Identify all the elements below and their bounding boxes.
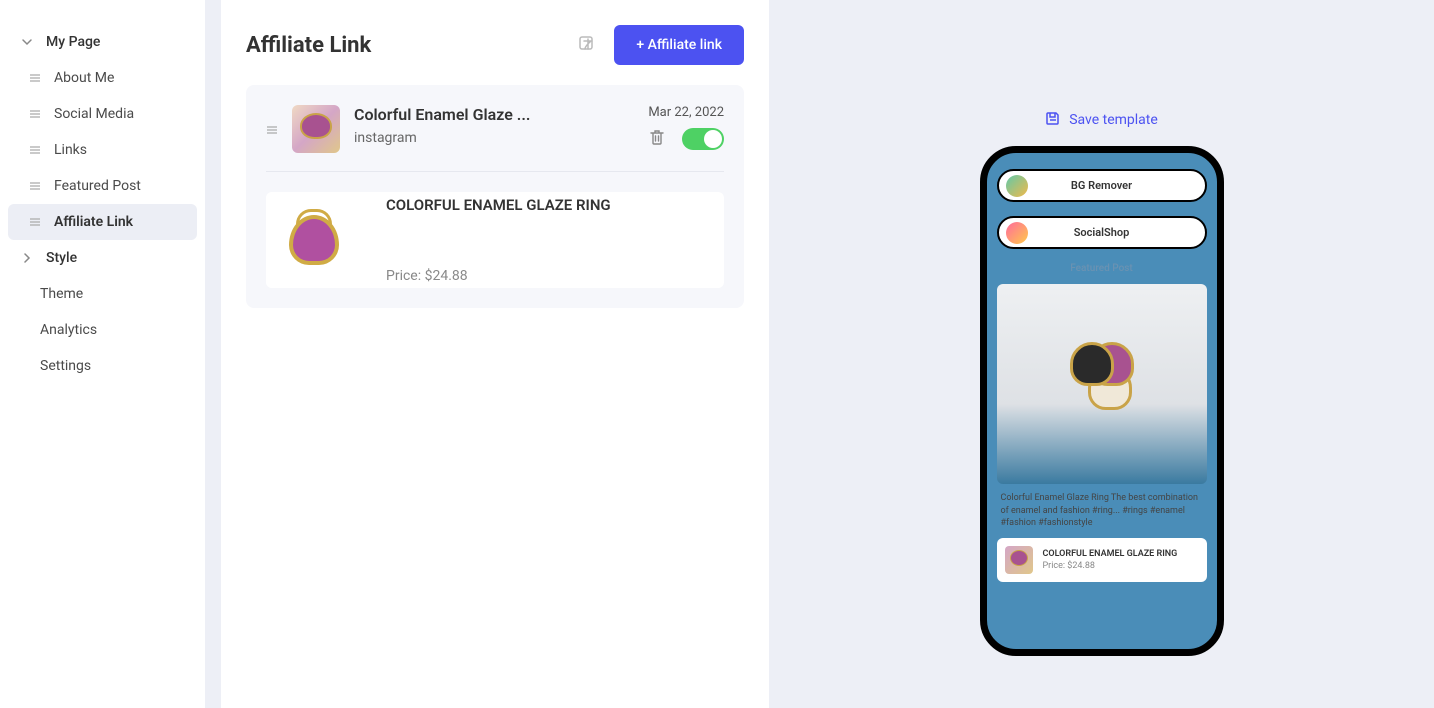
nav-label: Affiliate Link	[54, 214, 133, 230]
nav-label: Social Media	[54, 106, 134, 122]
card-info: Colorful Enamel Glaze ... instagram	[354, 105, 634, 146]
main-content: Affiliate Link + Affiliate link Colorful…	[221, 0, 769, 708]
menu-icon	[28, 71, 42, 85]
nav-settings[interactable]: Settings	[8, 348, 197, 384]
nav-social-media[interactable]: Social Media	[8, 96, 197, 132]
delete-button[interactable]	[648, 128, 666, 150]
nav-label: Style	[46, 250, 77, 266]
nav-label: Featured Post	[54, 178, 141, 194]
chevron-right-icon	[20, 251, 34, 265]
nav-label: My Page	[46, 34, 100, 50]
affiliate-card: Colorful Enamel Glaze ... instagram Mar …	[246, 85, 744, 308]
add-affiliate-button[interactable]: + Affiliate link	[614, 25, 744, 65]
card-title: Colorful Enamel Glaze ...	[354, 105, 554, 124]
preview-product-card[interactable]: COLORFUL ENAMEL GLAZE RING Price: $24.88	[997, 538, 1207, 582]
menu-icon	[28, 215, 42, 229]
header-actions: + Affiliate link	[578, 25, 744, 65]
nav-theme[interactable]: Theme	[8, 276, 197, 312]
product-image	[266, 192, 362, 288]
nav-style[interactable]: Style	[8, 240, 197, 276]
chevron-down-icon	[20, 35, 34, 49]
nav-label: Settings	[40, 358, 91, 374]
sidebar: My Page About Me Social Media Links Feat…	[0, 0, 205, 708]
product-price: Price: $24.88	[386, 268, 724, 284]
featured-post-label: Featured Post	[997, 263, 1207, 274]
app-icon	[1006, 222, 1028, 244]
save-template-button[interactable]: Save template	[1045, 110, 1158, 130]
preview-panel: Save template BG Remover SocialShop Feat…	[769, 0, 1434, 708]
menu-icon	[28, 179, 42, 193]
preview-link-socialshop[interactable]: SocialShop	[997, 216, 1207, 249]
nav-links[interactable]: Links	[8, 132, 197, 168]
preview-product-info: COLORFUL ENAMEL GLAZE RING Price: $24.88	[1043, 549, 1178, 571]
nav-featured-post[interactable]: Featured Post	[8, 168, 197, 204]
pill-label: BG Remover	[1071, 179, 1132, 192]
nav-my-page[interactable]: My Page	[8, 24, 197, 60]
app-icon	[1006, 175, 1028, 197]
action-row	[648, 128, 724, 150]
product-info: COLORFUL ENAMEL GLAZE RING Price: $24.88	[386, 192, 724, 288]
nav-label: About Me	[54, 70, 114, 86]
preview-link-bg-remover[interactable]: BG Remover	[997, 169, 1207, 202]
enable-toggle[interactable]	[682, 128, 724, 150]
save-icon	[1045, 110, 1061, 130]
nav-affiliate-link[interactable]: Affiliate Link	[8, 204, 197, 240]
nav-analytics[interactable]: Analytics	[8, 312, 197, 348]
preview-product-image	[1005, 546, 1033, 574]
translate-icon[interactable]	[578, 35, 598, 55]
nav-label: Analytics	[40, 322, 97, 338]
preview-product-price: Price: $24.88	[1043, 561, 1178, 571]
card-date: Mar 22, 2022	[648, 105, 724, 120]
phone-mockup: BG Remover SocialShop Featured Post Colo…	[980, 146, 1224, 656]
preview-description: Colorful Enamel Glaze Ring The best comb…	[997, 484, 1207, 538]
nav-about-me[interactable]: About Me	[8, 60, 197, 96]
menu-icon	[28, 143, 42, 157]
page-title: Affiliate Link	[246, 33, 371, 58]
pill-label: SocialShop	[1074, 226, 1130, 239]
preview-featured-image	[997, 284, 1207, 484]
preview-product-title: COLORFUL ENAMEL GLAZE RING	[1043, 549, 1178, 559]
save-template-label: Save template	[1069, 112, 1158, 128]
card-actions: Mar 22, 2022	[648, 105, 724, 150]
nav-label: Theme	[40, 286, 83, 302]
card-header: Colorful Enamel Glaze ... instagram Mar …	[266, 105, 724, 172]
nav-label: Links	[54, 142, 87, 158]
product-row: COLORFUL ENAMEL GLAZE RING Price: $24.88	[266, 192, 724, 288]
card-subtitle: instagram	[354, 130, 634, 146]
product-title: COLORFUL ENAMEL GLAZE RING	[386, 196, 724, 214]
page-header: Affiliate Link + Affiliate link	[246, 25, 744, 65]
card-thumbnail	[292, 105, 340, 153]
drag-handle-icon[interactable]	[266, 121, 278, 140]
menu-icon	[28, 107, 42, 121]
